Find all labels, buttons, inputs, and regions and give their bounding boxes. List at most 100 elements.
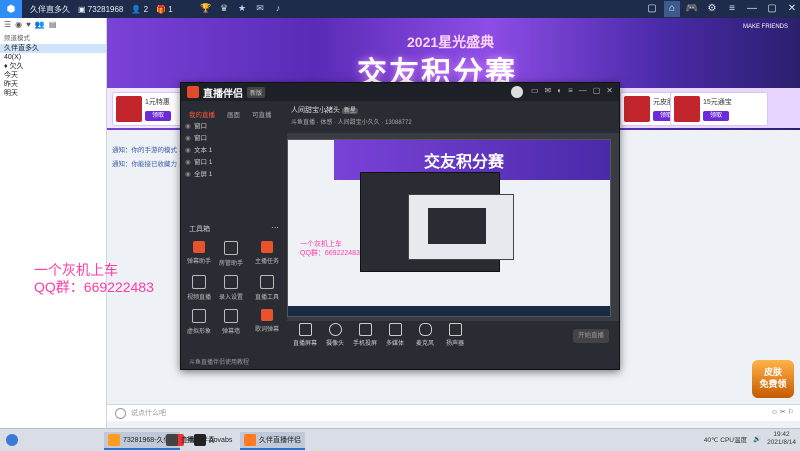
tool-task[interactable]: 主播任务 bbox=[253, 241, 281, 271]
location-icon[interactable]: ◉ bbox=[15, 20, 22, 32]
mic-icon bbox=[418, 323, 432, 336]
gift-count: 🎁 1 bbox=[156, 4, 173, 14]
emoji-icon[interactable] bbox=[115, 408, 126, 419]
preview-canvas[interactable]: 交友积分赛 一个灰机上车 QQ群：669222483 bbox=[287, 139, 611, 317]
tab-scene[interactable]: 画面 bbox=[227, 109, 240, 119]
layer-item[interactable]: ◉ 全屏 1 bbox=[185, 169, 277, 181]
menu-icon[interactable]: ≡ bbox=[724, 1, 740, 17]
tutorial-link[interactable]: 斗鱼直播伴侣使用教程 bbox=[189, 357, 249, 366]
watermark-line2: QQ群：669222483 bbox=[34, 279, 154, 295]
mic-button[interactable]: 麦克风 bbox=[411, 323, 439, 347]
sidebar-item-channel[interactable]: 久伴直多久 bbox=[0, 44, 106, 53]
app-icon bbox=[194, 434, 206, 446]
layer-item[interactable]: ◉ 窗口 1 bbox=[185, 157, 277, 169]
camera-source-button[interactable]: 摄像头 bbox=[321, 323, 349, 347]
clock[interactable]: 19:42 2021/8/14 bbox=[767, 431, 796, 447]
maximize-icon[interactable]: ▢ bbox=[764, 1, 780, 17]
taskbar-app[interactable]: Aovabs bbox=[190, 432, 236, 448]
tool-wall[interactable]: 弹幕墙 bbox=[217, 309, 245, 339]
chat-bar: 说点什么吧 ☺ ✂ ⚐ bbox=[107, 404, 800, 421]
sidebar-item-today[interactable]: 今天 bbox=[0, 71, 106, 80]
tool-icon bbox=[224, 275, 238, 289]
eye-icon[interactable]: ◉ bbox=[185, 157, 191, 169]
notification-icon[interactable]: ▢ bbox=[644, 1, 660, 17]
stream-window-titlebar: 直播伴侣 新版 ▭ ✉ ◐ ≡ — ▢ ✕ bbox=[181, 83, 619, 101]
people-icon[interactable]: 👥 bbox=[35, 20, 45, 32]
tool-lyrics[interactable]: 歌词弹幕 bbox=[253, 309, 281, 339]
menu-icon[interactable]: ≡ bbox=[568, 86, 573, 95]
chat-icon[interactable]: ✉ bbox=[254, 2, 266, 14]
free-skin-badge[interactable]: 皮肤 免费领 bbox=[752, 360, 794, 398]
tool-admin[interactable]: 房管助手 bbox=[217, 241, 245, 271]
sidebar-item-user2[interactable]: ♦ 欠久 bbox=[0, 62, 106, 71]
close-icon[interactable]: ✕ bbox=[606, 86, 613, 95]
skin-icon[interactable]: ◐ bbox=[557, 86, 562, 95]
app-logo-icon[interactable]: ⬢ bbox=[0, 0, 22, 18]
list-icon[interactable]: ☰ bbox=[4, 20, 11, 32]
eye-icon[interactable]: ◉ bbox=[185, 133, 191, 145]
media-source-button[interactable]: 多媒体 bbox=[381, 323, 409, 347]
minimize-icon[interactable]: — bbox=[744, 1, 760, 17]
sidebar-item-user[interactable]: 40(X) bbox=[0, 53, 106, 62]
sidebar-item-tomorrow[interactable]: 明天 bbox=[0, 89, 106, 98]
start-button[interactable] bbox=[2, 432, 22, 448]
app-icon bbox=[244, 434, 256, 446]
prize-card[interactable]: 15元通宝 领取 bbox=[670, 92, 768, 126]
tool-video[interactable]: 视频直播 bbox=[185, 275, 213, 305]
doc-icon[interactable]: ▤ bbox=[49, 20, 57, 32]
eye-icon[interactable]: ◉ bbox=[185, 121, 191, 133]
phone-cast-button[interactable]: 手机投屏 bbox=[351, 323, 379, 347]
companion-logo-icon bbox=[187, 86, 199, 98]
tab-my-stream[interactable]: 我的直播 bbox=[189, 109, 215, 119]
taskbar-app[interactable]: 久伴直播伴侣 bbox=[240, 432, 305, 450]
star-icon[interactable]: ★ bbox=[236, 2, 248, 14]
sidebar-toolbar: ☰ ◉ ♥ 👥 ▤ bbox=[0, 18, 106, 34]
trophy-icon[interactable]: 🏆 bbox=[200, 2, 212, 14]
tool-icon bbox=[224, 241, 238, 255]
top-icons: 🏆 ♛ ★ ✉ ♪ bbox=[200, 2, 284, 14]
screen-source-button[interactable]: 直播屏幕 bbox=[291, 323, 319, 347]
badge-line2: 免费领 bbox=[759, 379, 787, 389]
layer-item[interactable]: ◉ 窗口 bbox=[185, 133, 277, 145]
eye-icon[interactable]: ◉ bbox=[185, 169, 191, 181]
start-stream-button[interactable]: 开始直播 bbox=[573, 329, 609, 343]
eye-icon[interactable]: ◉ bbox=[185, 145, 191, 157]
cast-icon[interactable]: ▭ bbox=[531, 86, 539, 95]
volume-icon[interactable]: 🔊 bbox=[753, 435, 761, 443]
game-icon[interactable]: 🎮 bbox=[684, 1, 700, 17]
home-icon[interactable]: ⌂ bbox=[664, 1, 680, 17]
temp: 40℃ CPU温度 bbox=[703, 437, 747, 444]
settings-icon[interactable]: ⚙ bbox=[704, 1, 720, 17]
tool-danmaku[interactable]: 弹幕助手 bbox=[185, 241, 213, 271]
toolbox-more-icon[interactable]: ⋯ bbox=[271, 223, 279, 232]
heart-icon[interactable]: ♥ bbox=[26, 20, 31, 32]
sidebar-header: 频道模式 bbox=[0, 34, 106, 44]
tool-record[interactable]: 录入设置 bbox=[217, 275, 245, 305]
minimize-icon[interactable]: — bbox=[579, 86, 587, 95]
play-icon bbox=[388, 323, 402, 336]
windows-icon bbox=[6, 434, 18, 446]
bell-icon[interactable]: ♪ bbox=[272, 2, 284, 14]
layer-item[interactable]: ◉ 文本 1 bbox=[185, 145, 277, 157]
sidebar-item-yesterday[interactable]: 昨天 bbox=[0, 80, 106, 89]
badge-line1: 皮肤 bbox=[763, 367, 782, 377]
prize-claim-button[interactable]: 领取 bbox=[703, 111, 729, 121]
tool-avatar[interactable]: 虚拟形象 bbox=[185, 309, 213, 339]
speaker-button[interactable]: 扬声器 bbox=[441, 323, 469, 347]
maximize-icon[interactable]: ▢ bbox=[593, 86, 601, 95]
chat-tools[interactable]: ☺ ✂ ⚐ bbox=[771, 408, 794, 416]
close-icon[interactable]: ✕ bbox=[784, 1, 800, 17]
companion-title: 直播伴侣 bbox=[203, 88, 243, 100]
prize-claim-button[interactable]: 领取 bbox=[145, 111, 171, 121]
tool-live[interactable]: 直播工具 bbox=[253, 275, 281, 305]
chat-input[interactable]: 说点什么吧 bbox=[131, 408, 166, 418]
crown-icon[interactable]: ♛ bbox=[218, 2, 230, 14]
camera-icon bbox=[328, 323, 342, 336]
layer-item[interactable]: ◉ 窗口 bbox=[185, 121, 277, 133]
mail-icon[interactable]: ✉ bbox=[545, 86, 552, 95]
room-meta: 斗鱼直播 · 体感 · 人间甜宝小久久 · 13088772 bbox=[291, 120, 412, 126]
tab-live[interactable]: 可直播 bbox=[252, 109, 272, 119]
avatar[interactable] bbox=[511, 86, 523, 98]
prize-image bbox=[624, 96, 650, 122]
prize-title: 15元通宝 bbox=[703, 99, 732, 106]
